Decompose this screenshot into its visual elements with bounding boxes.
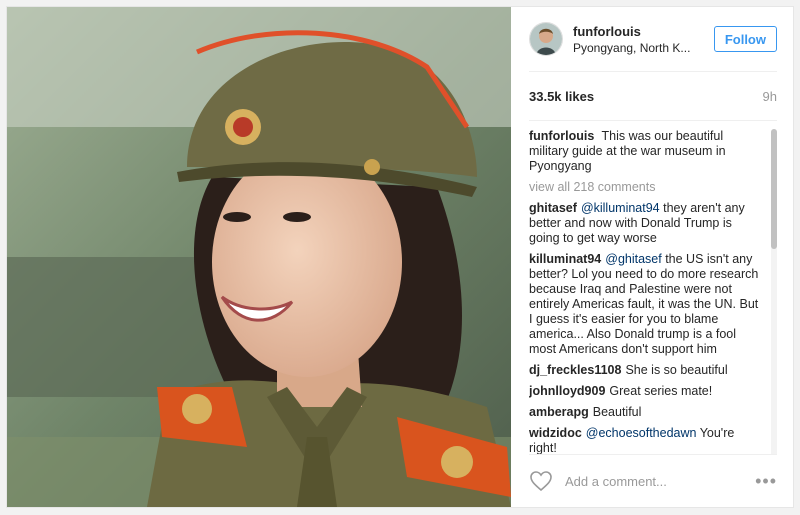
post-header: funforlouis Pyongyang, North K... Follow [529, 7, 777, 72]
view-all-comments-link[interactable]: view all 218 comments [529, 180, 777, 195]
instagram-post: funforlouis Pyongyang, North K... Follow… [6, 6, 794, 508]
post-stats: 33.5k likes 9h [529, 72, 777, 121]
list-item: widzidoc @echoesofthedawn You're right! [529, 426, 777, 454]
comment-mention[interactable]: @killuminat94 [581, 201, 660, 215]
post-age: 9h [762, 88, 777, 104]
list-item: johnlloyd909 Great series mate! [529, 384, 777, 399]
list-item: killuminat94 @ghitasef the US isn't any b… [529, 252, 777, 357]
add-comment-input[interactable] [563, 472, 756, 490]
list-item: amberapg Beautiful [529, 405, 777, 420]
comment-user[interactable]: amberapg [529, 405, 589, 419]
location[interactable]: Pyongyang, North K... [573, 41, 714, 55]
comment-text: She is so beautiful [625, 363, 728, 377]
user-info: funforlouis Pyongyang, North K... [573, 24, 714, 55]
likes-count[interactable]: 33.5k likes [529, 89, 594, 104]
caption: funforlouis This was our beautiful milit… [529, 129, 777, 174]
scrollbar-thumb[interactable] [771, 129, 777, 249]
comment-mention[interactable]: @ghitasef [605, 252, 661, 266]
follow-button[interactable]: Follow [713, 26, 777, 52]
list-item: dj_freckles1108 She is so beautiful [529, 363, 777, 378]
username[interactable]: funforlouis [573, 24, 714, 39]
comments-list: funforlouis This was our beautiful milit… [529, 121, 777, 454]
add-comment-bar: ••• [529, 454, 777, 507]
comment-user[interactable]: widzidoc [529, 426, 582, 440]
comment-text: the US isn't any better? Lol you need to… [529, 252, 759, 356]
list-item: ghitasef @killuminat94 they aren't any be… [529, 201, 777, 246]
comment-user[interactable]: dj_freckles1108 [529, 363, 621, 377]
post-sidebar: funforlouis Pyongyang, North K... Follow… [511, 7, 793, 507]
comment-text: Great series mate! [609, 384, 713, 398]
heart-icon[interactable] [529, 469, 553, 493]
post-photo[interactable] [7, 7, 511, 507]
portrait-illustration [7, 7, 511, 507]
avatar[interactable] [529, 22, 563, 56]
comment-mention[interactable]: @echoesofthedawn [586, 426, 697, 440]
avatar-image [530, 23, 562, 55]
comment-user[interactable]: killuminat94 [529, 252, 601, 266]
comment-user[interactable]: ghitasef [529, 201, 577, 215]
comment-user[interactable]: funforlouis [529, 129, 594, 143]
comments-scrollbar[interactable] [771, 129, 777, 454]
comment-text: Beautiful [592, 405, 642, 419]
comment-user[interactable]: johnlloyd909 [529, 384, 605, 398]
more-options-icon[interactable]: ••• [755, 471, 777, 492]
